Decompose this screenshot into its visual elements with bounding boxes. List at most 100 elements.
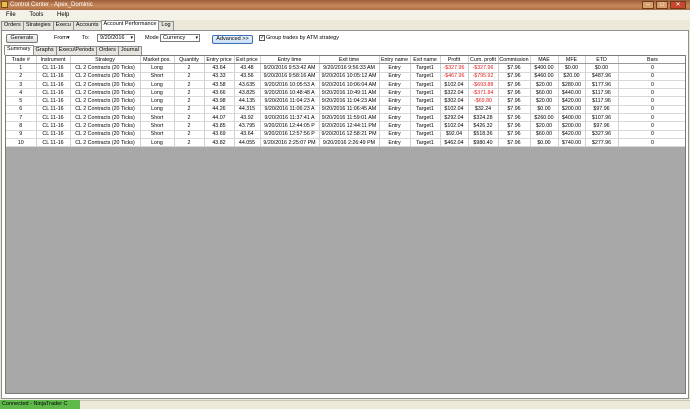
table-cell: $440.00	[558, 88, 586, 98]
table-cell: $460.00	[530, 72, 559, 81]
table-cell: 44.26	[204, 105, 235, 115]
table-cell: Entry	[379, 88, 411, 98]
column-header[interactable]: Quantity	[174, 56, 205, 65]
group-trades-label: Group trades by ATM strategy	[266, 35, 339, 41]
table-cell: Long	[140, 88, 175, 98]
table-cell: 3	[6, 80, 37, 90]
column-header[interactable]: MFE	[558, 56, 586, 65]
column-header[interactable]: Bars	[618, 56, 685, 65]
column-header[interactable]: MAE	[530, 56, 559, 65]
table-cell: 9/20/2016 11:37:41 A	[260, 113, 320, 123]
column-header[interactable]: Trade #	[6, 56, 37, 65]
table-cell: Entry	[379, 96, 411, 106]
tab-periods[interactable]: Execu\Periods	[55, 46, 98, 55]
tab-summary[interactable]: Summary	[4, 45, 34, 55]
chevron-down-icon[interactable]: ▾	[195, 35, 198, 41]
column-header[interactable]: Strategy	[70, 56, 141, 65]
table-row[interactable]: 10 CL 11-16 CL 2 Contracts (20 Ticks) Long 2…	[6, 138, 685, 148]
table-row[interactable]: 2 CL 11-16 CL 2 Contracts (20 Ticks) Short 2…	[6, 72, 685, 81]
column-header[interactable]: Market pos.	[140, 56, 175, 65]
table-cell: $302.04	[440, 96, 469, 106]
table-cell: 43.56	[234, 72, 261, 81]
menu-tools[interactable]: Tools	[29, 12, 43, 18]
column-header[interactable]: Entry name	[379, 56, 411, 65]
menu-help[interactable]: Help	[57, 12, 69, 18]
generate-button[interactable]: Generate	[6, 34, 38, 43]
tab-sub-orders[interactable]: Orders	[96, 46, 119, 55]
tab-log[interactable]: Log	[158, 21, 174, 30]
table-cell: 44.07	[204, 113, 235, 123]
trades-grid-area: Trade # Instrument Strategy Market pos. Quan…	[5, 55, 686, 394]
table-cell: $7.96	[498, 88, 531, 98]
table-cell: $487.96	[585, 72, 619, 81]
column-header[interactable]: Exit name	[410, 56, 441, 65]
table-cell: $102.04	[440, 121, 469, 131]
group-trades-checkbox[interactable]: ✓	[259, 35, 265, 41]
to-date-picker[interactable]: 9/20/2016 ▾	[97, 34, 135, 42]
table-cell: $462.04	[440, 138, 469, 148]
from-label[interactable]: From▾	[54, 34, 70, 42]
table-cell: Long	[140, 138, 175, 148]
table-cell: 9/20/2016 9:58:16 AM	[260, 72, 320, 81]
table-cell: 43.85	[204, 121, 235, 131]
tab-orders[interactable]: Orders	[1, 21, 24, 30]
tab-accounts[interactable]: Accounts	[72, 21, 102, 30]
column-header[interactable]: Exit price	[234, 56, 261, 65]
table-cell: $420.00	[558, 130, 586, 139]
table-row[interactable]: 5 CL 11-16 CL 2 Contracts (20 Ticks) Long 2 4…	[6, 96, 685, 106]
column-header[interactable]: Entry time	[260, 56, 320, 65]
table-cell: Short	[140, 72, 175, 81]
close-button[interactable]: ✕	[670, 1, 686, 9]
table-cell: $102.04	[440, 105, 469, 115]
advanced-button[interactable]: Advanced >>	[212, 35, 253, 44]
maximize-button[interactable]: □	[656, 1, 668, 9]
menu-file[interactable]: File	[6, 12, 16, 18]
table-cell: 9/20/2016 10:05:12 AM	[319, 72, 380, 81]
column-header[interactable]: Exit time	[319, 56, 380, 65]
column-header[interactable]: Cum. profit	[468, 56, 499, 65]
table-cell: $7.96	[498, 80, 531, 90]
tab-strategies[interactable]: Strategies	[22, 21, 54, 30]
table-cell: Entry	[379, 63, 411, 73]
table-cell: -$371.84	[468, 88, 499, 98]
column-header[interactable]: Profit	[440, 56, 469, 65]
tab-executions[interactable]: Execu	[52, 21, 74, 30]
table-row[interactable]: 9 CL 11-16 CL 2 Contracts (20 Ticks) Short 2…	[6, 130, 685, 139]
column-header[interactable]: Commission	[498, 56, 531, 65]
table-cell: 2	[174, 80, 205, 90]
calendar-dropdown-icon[interactable]: ▾	[130, 35, 133, 41]
minimize-button[interactable]: –	[642, 1, 654, 9]
table-row[interactable]: 3 CL 11-16 CL 2 Contracts (20 Ticks) Long 2 4…	[6, 80, 685, 90]
table-row[interactable]: 6 CL 11-16 CL 2 Contracts (20 Ticks) Long 2 4…	[6, 105, 685, 115]
column-header[interactable]: ETD	[585, 56, 619, 65]
table-cell: CL 2 Contracts (20 Ticks)	[70, 96, 141, 106]
table-row[interactable]: 7 CL 11-16 CL 2 Contracts (20 Ticks) Short 2…	[6, 113, 685, 123]
table-cell: 43.92	[234, 113, 261, 123]
table-cell: Target1	[410, 72, 441, 81]
table-cell: 2	[174, 130, 205, 139]
window-title-bar[interactable]: Control Center - Apex_Dominic	[0, 0, 690, 10]
table-row[interactable]: 8 CL 11-16 CL 2 Contracts (20 Ticks) Short 2…	[6, 121, 685, 131]
tab-journal[interactable]: Journal	[117, 46, 142, 55]
table-row[interactable]: 4 CL 11-16 CL 2 Contracts (20 Ticks) Long 2 4…	[6, 88, 685, 98]
table-cell: 0	[618, 113, 685, 123]
table-cell: Entry	[379, 105, 411, 115]
column-header[interactable]: Entry price	[204, 56, 235, 65]
column-header[interactable]: Instrument	[36, 56, 71, 65]
table-cell: CL 2 Contracts (20 Ticks)	[70, 80, 141, 90]
table-cell: $322.04	[440, 88, 469, 98]
tab-graphs[interactable]: Graphs	[32, 46, 57, 55]
table-cell: $32.24	[468, 105, 499, 115]
table-cell: 9/20/2016 10:48:48 A	[260, 88, 320, 98]
table-cell: $7.96	[498, 121, 531, 131]
tab-account-performance[interactable]: Account Performance	[100, 20, 160, 30]
mode-select[interactable]: Currency ▾	[160, 34, 200, 42]
table-cell: 9/20/2016 10:05:53 A	[260, 80, 320, 90]
table-row[interactable]: 1 CL 11-16 CL 2 Contracts (20 Ticks) Long 2 4…	[6, 63, 685, 73]
table-cell: 6	[6, 105, 37, 115]
table-cell: $0.00	[558, 63, 586, 73]
table-cell: $97.96	[585, 121, 619, 131]
table-cell: $7.96	[498, 72, 531, 81]
table-cell: -$693.88	[468, 80, 499, 90]
table-cell: -$467.96	[440, 72, 469, 81]
